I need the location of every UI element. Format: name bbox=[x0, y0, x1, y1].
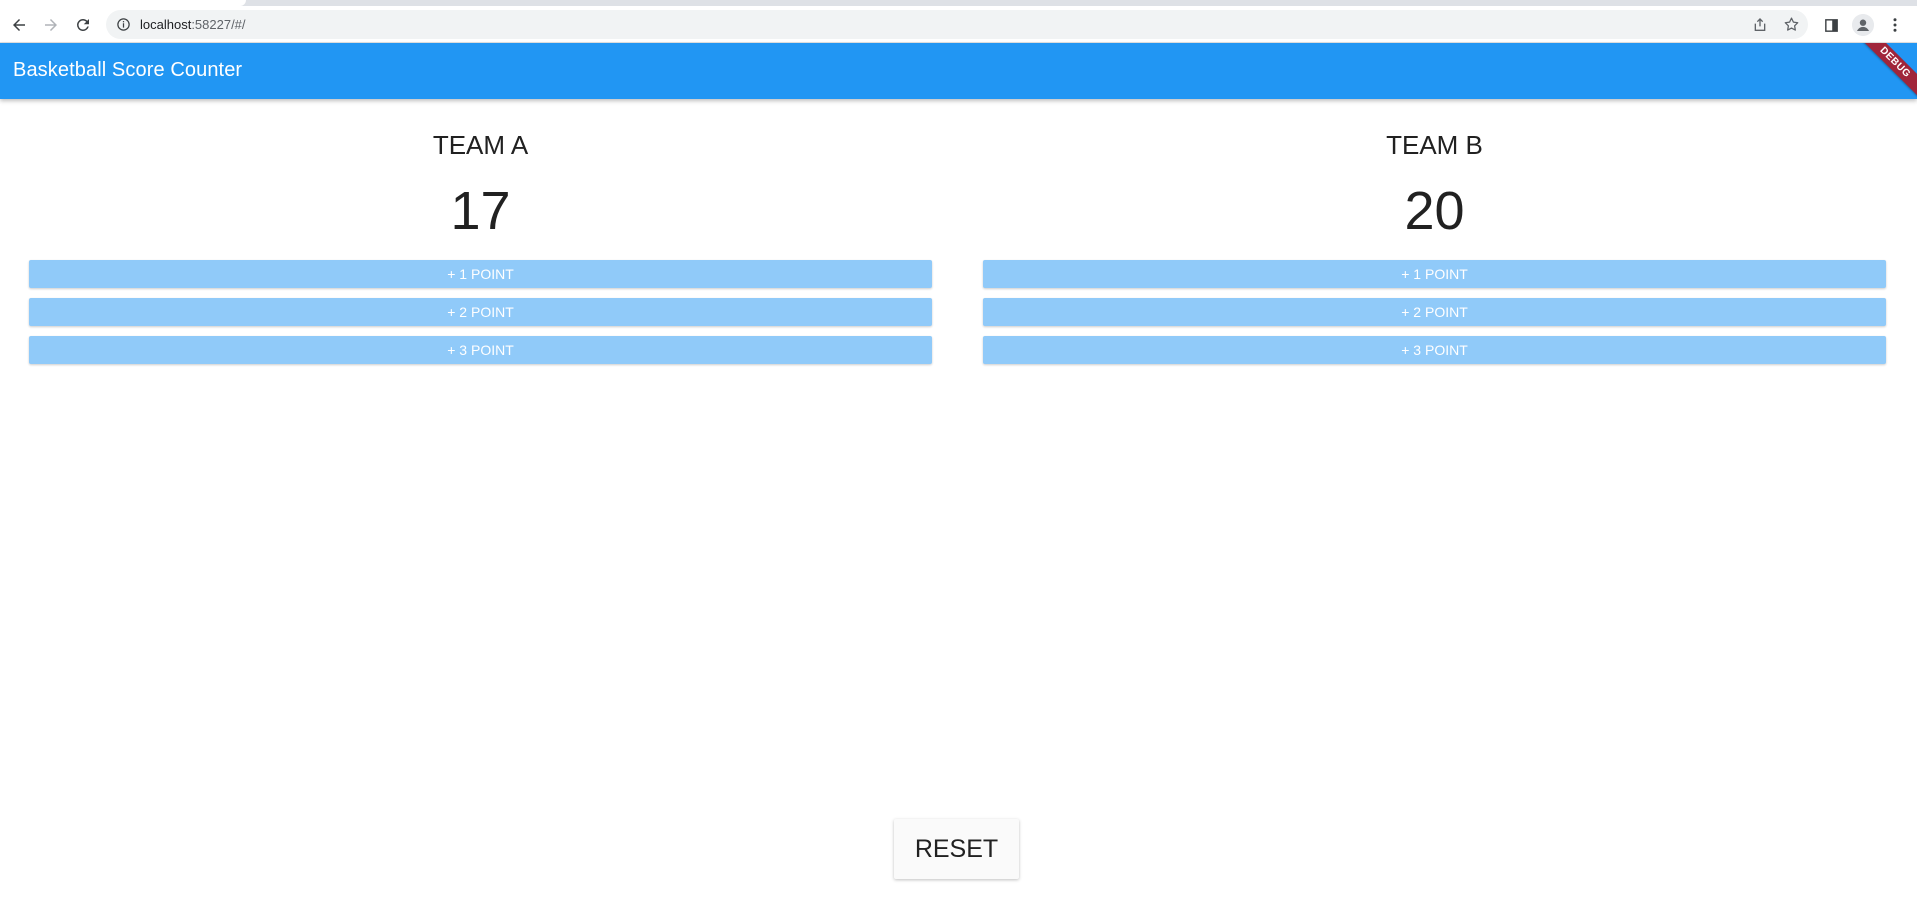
team-a-name: TEAM A bbox=[432, 130, 529, 160]
share-icon bbox=[1751, 16, 1769, 34]
star-icon bbox=[1782, 16, 1800, 34]
forward-button[interactable] bbox=[38, 12, 64, 38]
team-b-add-3-point-button[interactable]: + 3 POINT bbox=[983, 336, 1886, 364]
share-button[interactable] bbox=[1751, 10, 1769, 39]
side-panel-icon bbox=[1824, 18, 1838, 32]
arrow-left-icon bbox=[13, 19, 25, 31]
app-title: Basketball Score Counter bbox=[13, 59, 243, 81]
team-a-add-3-point-button[interactable]: + 3 POINT bbox=[29, 336, 932, 364]
team-b-add-1-point-button[interactable]: + 1 POINT bbox=[983, 260, 1886, 288]
team-a-score: 17 bbox=[450, 181, 511, 241]
reset-button[interactable]: RESET bbox=[894, 819, 1019, 879]
browser-toolbar: localhost:58227/#/ bbox=[0, 6, 1917, 43]
reload-button[interactable] bbox=[70, 12, 96, 38]
url-text[interactable]: localhost:58227/#/ bbox=[140, 17, 246, 32]
info-icon[interactable] bbox=[115, 17, 131, 33]
profile-button[interactable] bbox=[1850, 12, 1876, 38]
team-b-name: TEAM B bbox=[1386, 130, 1483, 160]
team-b-score: 20 bbox=[1404, 181, 1465, 241]
avatar bbox=[1852, 14, 1874, 36]
person-icon bbox=[1852, 14, 1874, 36]
bookmark-button[interactable] bbox=[1782, 10, 1800, 39]
team-b-add-2-point-button[interactable]: + 2 POINT bbox=[983, 298, 1886, 326]
team-a-add-1-point-button[interactable]: + 1 POINT bbox=[29, 260, 932, 288]
address-bar[interactable]: localhost:58227/#/ bbox=[106, 10, 1808, 39]
team-a-add-2-point-button[interactable]: + 2 POINT bbox=[29, 298, 932, 326]
browser-menu-button[interactable] bbox=[1882, 12, 1908, 38]
debug-banner: DEBUG bbox=[1858, 43, 1917, 99]
back-button[interactable] bbox=[6, 12, 32, 38]
more-vert-icon bbox=[1893, 18, 1897, 32]
arrow-right-icon bbox=[45, 19, 57, 31]
url-path: :58227/#/ bbox=[191, 17, 246, 32]
url-host: localhost bbox=[140, 17, 192, 32]
app-bar: Basketball Score Counter DEBUG bbox=[0, 43, 1917, 99]
reload-icon bbox=[77, 18, 89, 31]
side-panel-button[interactable] bbox=[1818, 12, 1844, 38]
